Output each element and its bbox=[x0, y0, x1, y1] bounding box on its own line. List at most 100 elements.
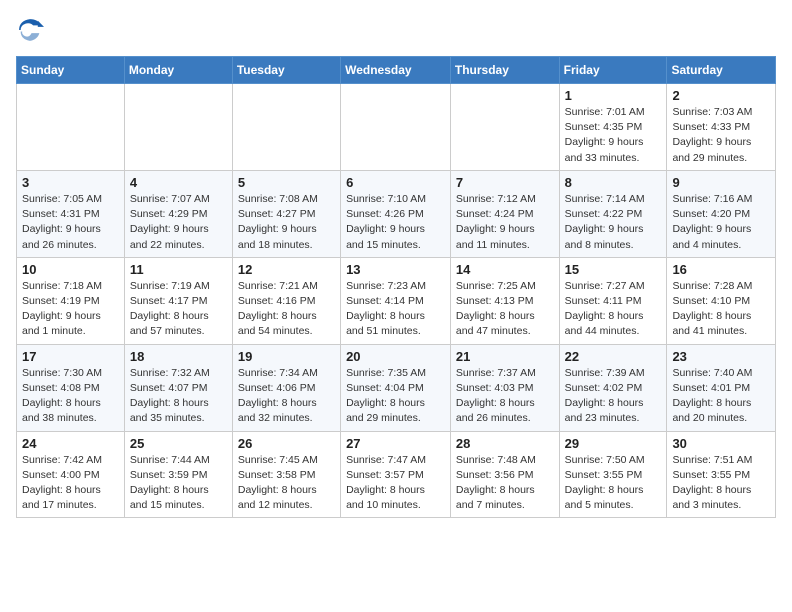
day-number: 10 bbox=[22, 262, 119, 277]
day-number: 4 bbox=[130, 175, 227, 190]
day-number: 5 bbox=[238, 175, 335, 190]
calendar-cell: 18 Sunrise: 7:32 AM Sunset: 4:07 PM Dayli… bbox=[124, 344, 232, 431]
calendar-cell: 12 Sunrise: 7:21 AM Sunset: 4:16 PM Dayli… bbox=[232, 257, 340, 344]
calendar-cell: 14 Sunrise: 7:25 AM Sunset: 4:13 PM Dayli… bbox=[450, 257, 559, 344]
calendar-cell: 4 Sunrise: 7:07 AM Sunset: 4:29 PM Daylig… bbox=[124, 170, 232, 257]
calendar-row-2: 10 Sunrise: 7:18 AM Sunset: 4:19 PM Dayli… bbox=[17, 257, 776, 344]
logo bbox=[16, 16, 48, 44]
day-detail: Sunrise: 7:05 AM Sunset: 4:31 PM Dayligh… bbox=[22, 192, 119, 253]
day-detail: Sunrise: 7:47 AM Sunset: 3:57 PM Dayligh… bbox=[346, 453, 445, 514]
calendar-cell: 1Sunrise: 7:01 AM Sunset: 4:35 PM Daylig… bbox=[559, 84, 667, 171]
day-detail: Sunrise: 7:39 AM Sunset: 4:02 PM Dayligh… bbox=[565, 366, 662, 427]
day-number: 25 bbox=[130, 436, 227, 451]
day-number: 16 bbox=[672, 262, 770, 277]
calendar-cell: 6 Sunrise: 7:10 AM Sunset: 4:26 PM Daylig… bbox=[341, 170, 451, 257]
day-number: 8 bbox=[565, 175, 662, 190]
day-detail: Sunrise: 7:01 AM Sunset: 4:35 PM Dayligh… bbox=[565, 105, 662, 166]
calendar-cell: 13 Sunrise: 7:23 AM Sunset: 4:14 PM Dayli… bbox=[341, 257, 451, 344]
day-detail: Sunrise: 7:23 AM Sunset: 4:14 PM Dayligh… bbox=[346, 279, 445, 340]
day-number: 18 bbox=[130, 349, 227, 364]
calendar-cell: 29 Sunrise: 7:50 AM Sunset: 3:55 PM Dayli… bbox=[559, 431, 667, 518]
day-number: 17 bbox=[22, 349, 119, 364]
day-detail: Sunrise: 7:35 AM Sunset: 4:04 PM Dayligh… bbox=[346, 366, 445, 427]
day-detail: Sunrise: 7:08 AM Sunset: 4:27 PM Dayligh… bbox=[238, 192, 335, 253]
calendar-cell: 7 Sunrise: 7:12 AM Sunset: 4:24 PM Daylig… bbox=[450, 170, 559, 257]
calendar-cell: 17 Sunrise: 7:30 AM Sunset: 4:08 PM Dayli… bbox=[17, 344, 125, 431]
calendar-cell: 24 Sunrise: 7:42 AM Sunset: 4:00 PM Dayli… bbox=[17, 431, 125, 518]
day-number: 26 bbox=[238, 436, 335, 451]
day-number: 27 bbox=[346, 436, 445, 451]
header-monday: Monday bbox=[124, 57, 232, 84]
day-detail: Sunrise: 7:07 AM Sunset: 4:29 PM Dayligh… bbox=[130, 192, 227, 253]
day-detail: Sunrise: 7:45 AM Sunset: 3:58 PM Dayligh… bbox=[238, 453, 335, 514]
day-detail: Sunrise: 7:34 AM Sunset: 4:06 PM Dayligh… bbox=[238, 366, 335, 427]
calendar-row-3: 17 Sunrise: 7:30 AM Sunset: 4:08 PM Dayli… bbox=[17, 344, 776, 431]
calendar-cell: 22 Sunrise: 7:39 AM Sunset: 4:02 PM Dayli… bbox=[559, 344, 667, 431]
day-number: 28 bbox=[456, 436, 554, 451]
day-detail: Sunrise: 7:50 AM Sunset: 3:55 PM Dayligh… bbox=[565, 453, 662, 514]
calendar-cell bbox=[124, 84, 232, 171]
day-number: 6 bbox=[346, 175, 445, 190]
calendar-cell bbox=[341, 84, 451, 171]
day-detail: Sunrise: 7:28 AM Sunset: 4:10 PM Dayligh… bbox=[672, 279, 770, 340]
day-detail: Sunrise: 7:16 AM Sunset: 4:20 PM Dayligh… bbox=[672, 192, 770, 253]
calendar-cell bbox=[17, 84, 125, 171]
day-number: 19 bbox=[238, 349, 335, 364]
day-number: 20 bbox=[346, 349, 445, 364]
day-detail: Sunrise: 7:42 AM Sunset: 4:00 PM Dayligh… bbox=[22, 453, 119, 514]
day-detail: Sunrise: 7:14 AM Sunset: 4:22 PM Dayligh… bbox=[565, 192, 662, 253]
header-tuesday: Tuesday bbox=[232, 57, 340, 84]
calendar-cell: 20 Sunrise: 7:35 AM Sunset: 4:04 PM Dayli… bbox=[341, 344, 451, 431]
calendar-cell bbox=[450, 84, 559, 171]
day-number: 22 bbox=[565, 349, 662, 364]
calendar-cell: 11Sunrise: 7:19 AM Sunset: 4:17 PM Dayli… bbox=[124, 257, 232, 344]
calendar-row-0: 1Sunrise: 7:01 AM Sunset: 4:35 PM Daylig… bbox=[17, 84, 776, 171]
day-detail: Sunrise: 7:21 AM Sunset: 4:16 PM Dayligh… bbox=[238, 279, 335, 340]
day-number: 15 bbox=[565, 262, 662, 277]
calendar-row-1: 3 Sunrise: 7:05 AM Sunset: 4:31 PM Daylig… bbox=[17, 170, 776, 257]
day-detail: Sunrise: 7:27 AM Sunset: 4:11 PM Dayligh… bbox=[565, 279, 662, 340]
day-detail: Sunrise: 7:32 AM Sunset: 4:07 PM Dayligh… bbox=[130, 366, 227, 427]
day-number: 3 bbox=[22, 175, 119, 190]
day-detail: Sunrise: 7:37 AM Sunset: 4:03 PM Dayligh… bbox=[456, 366, 554, 427]
day-number: 13 bbox=[346, 262, 445, 277]
day-number: 12 bbox=[238, 262, 335, 277]
day-detail: Sunrise: 7:48 AM Sunset: 3:56 PM Dayligh… bbox=[456, 453, 554, 514]
calendar-cell: 25 Sunrise: 7:44 AM Sunset: 3:59 PM Dayli… bbox=[124, 431, 232, 518]
day-detail: Sunrise: 7:10 AM Sunset: 4:26 PM Dayligh… bbox=[346, 192, 445, 253]
calendar-cell: 16 Sunrise: 7:28 AM Sunset: 4:10 PM Dayli… bbox=[667, 257, 776, 344]
calendar-cell: 28 Sunrise: 7:48 AM Sunset: 3:56 PM Dayli… bbox=[450, 431, 559, 518]
day-number: 9 bbox=[672, 175, 770, 190]
calendar-cell bbox=[232, 84, 340, 171]
day-number: 2 bbox=[672, 88, 770, 103]
day-number: 24 bbox=[22, 436, 119, 451]
day-detail: Sunrise: 7:30 AM Sunset: 4:08 PM Dayligh… bbox=[22, 366, 119, 427]
header-friday: Friday bbox=[559, 57, 667, 84]
day-number: 21 bbox=[456, 349, 554, 364]
header-wednesday: Wednesday bbox=[341, 57, 451, 84]
logo-icon bbox=[16, 16, 44, 44]
calendar-cell: 30 Sunrise: 7:51 AM Sunset: 3:55 PM Dayli… bbox=[667, 431, 776, 518]
day-detail: Sunrise: 7:51 AM Sunset: 3:55 PM Dayligh… bbox=[672, 453, 770, 514]
day-detail: Sunrise: 7:19 AM Sunset: 4:17 PM Dayligh… bbox=[130, 279, 227, 340]
day-number: 29 bbox=[565, 436, 662, 451]
calendar-cell: 2Sunrise: 7:03 AM Sunset: 4:33 PM Daylig… bbox=[667, 84, 776, 171]
calendar-cell: 19 Sunrise: 7:34 AM Sunset: 4:06 PM Dayli… bbox=[232, 344, 340, 431]
header-row: SundayMondayTuesdayWednesdayThursdayFrid… bbox=[17, 57, 776, 84]
calendar-cell: 3 Sunrise: 7:05 AM Sunset: 4:31 PM Daylig… bbox=[17, 170, 125, 257]
header-saturday: Saturday bbox=[667, 57, 776, 84]
day-detail: Sunrise: 7:44 AM Sunset: 3:59 PM Dayligh… bbox=[130, 453, 227, 514]
calendar-row-4: 24 Sunrise: 7:42 AM Sunset: 4:00 PM Dayli… bbox=[17, 431, 776, 518]
calendar-table: SundayMondayTuesdayWednesdayThursdayFrid… bbox=[16, 56, 776, 518]
day-detail: Sunrise: 7:40 AM Sunset: 4:01 PM Dayligh… bbox=[672, 366, 770, 427]
day-number: 7 bbox=[456, 175, 554, 190]
day-detail: Sunrise: 7:12 AM Sunset: 4:24 PM Dayligh… bbox=[456, 192, 554, 253]
day-detail: Sunrise: 7:18 AM Sunset: 4:19 PM Dayligh… bbox=[22, 279, 119, 340]
calendar-cell: 8 Sunrise: 7:14 AM Sunset: 4:22 PM Daylig… bbox=[559, 170, 667, 257]
calendar-cell: 5 Sunrise: 7:08 AM Sunset: 4:27 PM Daylig… bbox=[232, 170, 340, 257]
day-number: 14 bbox=[456, 262, 554, 277]
day-number: 30 bbox=[672, 436, 770, 451]
day-number: 23 bbox=[672, 349, 770, 364]
day-detail: Sunrise: 7:25 AM Sunset: 4:13 PM Dayligh… bbox=[456, 279, 554, 340]
page-header bbox=[16, 16, 776, 44]
